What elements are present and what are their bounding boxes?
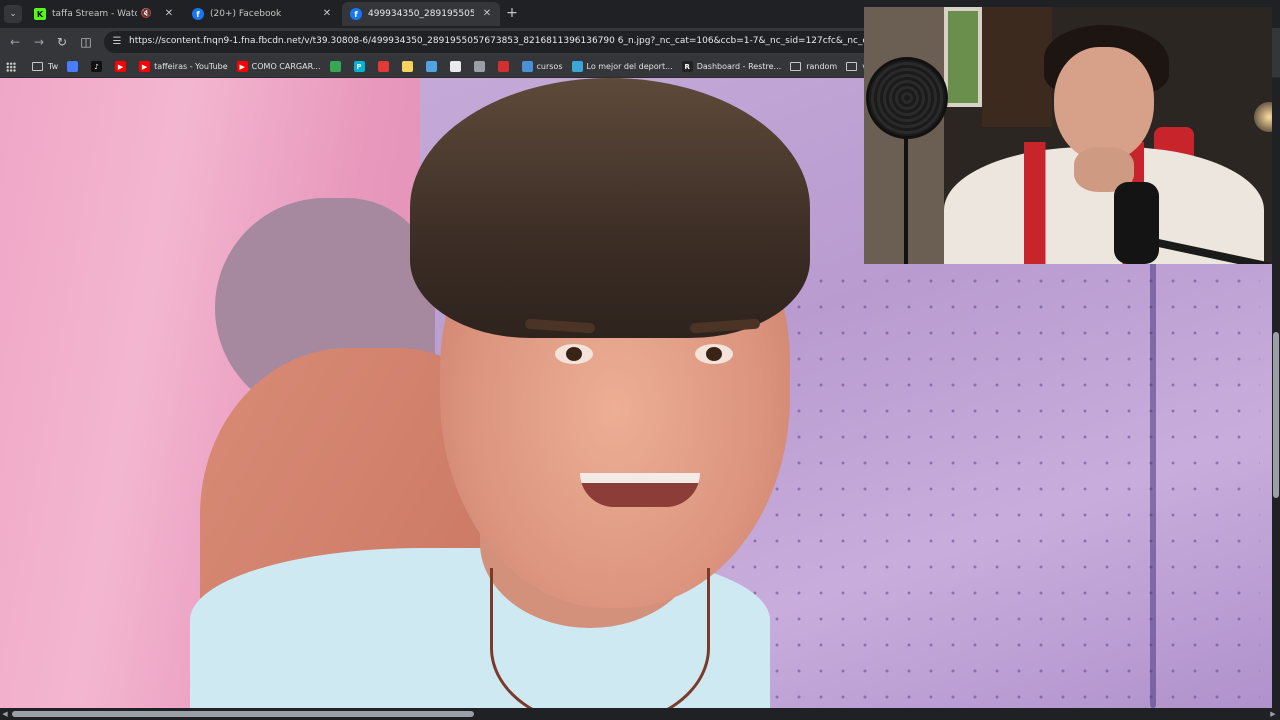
forward-arrow-icon[interactable]: →	[30, 33, 48, 51]
tab-facebook[interactable]: f (20+) Facebook ✕	[184, 2, 340, 26]
horizontal-scroll-thumb[interactable]	[12, 711, 474, 717]
back-arrow-icon[interactable]: ←	[6, 33, 24, 51]
bookmark-item[interactable]: P	[353, 61, 369, 72]
bookmark-label: cursos	[536, 62, 563, 71]
lamp-glow	[1254, 102, 1272, 132]
scroll-left-arrow-icon[interactable]: ◀	[0, 708, 10, 720]
bookmark-favicon-icon	[571, 61, 583, 72]
new-tab-plus-icon[interactable]: +	[504, 5, 520, 21]
smile	[580, 473, 700, 507]
bookmark-favicon-icon	[377, 61, 389, 72]
bookmark-favicon-icon: R	[681, 61, 693, 72]
folder-icon	[32, 62, 43, 71]
address-bar-url[interactable]: https://scontent.fnqn9-1.fna.fbcdn.net/v…	[129, 36, 950, 46]
bookmark-item[interactable]: ♪	[91, 61, 106, 72]
tab-label: 499934350_289195505767385	[368, 9, 474, 19]
left-eye	[555, 344, 593, 364]
site-info-icon[interactable]: ☰	[110, 35, 124, 49]
shirt-button-line	[1150, 238, 1156, 708]
bookmark-favicon-icon	[329, 61, 341, 72]
bookmark-favicon-icon	[401, 61, 413, 72]
bookmark-favicon-icon	[521, 61, 533, 72]
bookmark-item[interactable]: Lo mejor del deport...	[571, 61, 673, 72]
tab-search-button[interactable]: ⌄	[4, 5, 22, 23]
bookmark-favicon-icon	[473, 61, 485, 72]
microphone	[1114, 182, 1159, 264]
bookmark-item[interactable]: R Dashboard - Restre...	[681, 61, 782, 72]
bookmark-favicon-icon: ▶	[115, 61, 127, 72]
muted-speaker-icon[interactable]: 🔇	[141, 9, 152, 19]
bookmark-item[interactable]: Tw	[32, 62, 58, 71]
bookmark-favicon-icon: ▶	[139, 61, 151, 72]
kick-favicon-icon: K	[34, 8, 46, 20]
bookmark-favicon-icon	[67, 61, 79, 72]
bookmark-item[interactable]: ▶ taffeiras - YouTube	[139, 61, 228, 72]
side-panel-icon[interactable]: ◫	[77, 33, 95, 51]
close-tab-icon[interactable]: ✕	[480, 7, 494, 21]
vertical-scroll-thumb[interactable]	[1273, 332, 1279, 498]
tab-image-active[interactable]: f 499934350_289195505767385 ✕	[342, 2, 500, 26]
bookmark-item[interactable]: ▶	[115, 61, 130, 72]
folder-icon	[790, 62, 802, 71]
bookmark-label: random	[806, 62, 838, 71]
bookmark-item[interactable]	[449, 61, 465, 72]
tab-kick-stream[interactable]: K taffa Stream - Watch Live o 🔇 ✕	[26, 2, 182, 26]
wooden-shelf	[982, 7, 1052, 127]
facebook-favicon-icon: f	[350, 8, 362, 20]
close-tab-icon[interactable]: ✕	[320, 7, 334, 21]
bookmark-favicon-icon: P	[353, 61, 365, 72]
address-bar[interactable]: ☰ https://scontent.fnqn9-1.fna.fbcdn.net…	[104, 31, 950, 53]
bookmark-item[interactable]	[473, 61, 489, 72]
scroll-right-arrow-icon[interactable]: ▶	[1268, 708, 1278, 720]
bookmark-label: Lo mejor del deport...	[586, 62, 673, 71]
tab-label: taffa Stream - Watch Live o	[52, 9, 137, 19]
apps-grid-icon[interactable]	[6, 61, 16, 72]
bookmark-item[interactable]: random	[790, 62, 837, 71]
right-eye	[695, 344, 733, 364]
child-hair	[410, 78, 810, 338]
bookmark-item[interactable]: ▶ COMO CARGAR...	[236, 61, 321, 72]
bookmark-item[interactable]	[401, 61, 417, 72]
bookmark-favicon-icon	[497, 61, 509, 72]
bookmark-favicon-icon	[425, 61, 437, 72]
bookmark-item[interactable]	[497, 61, 513, 72]
bookmark-label: taffeiras - YouTube	[154, 62, 228, 71]
folder-icon	[846, 62, 858, 71]
fan-stand	[904, 137, 908, 264]
webcam-overlay	[864, 7, 1272, 264]
bookmark-item[interactable]	[377, 61, 393, 72]
room-window	[944, 7, 982, 107]
bookmark-label: COMO CARGAR...	[251, 62, 321, 71]
streamer-face	[1054, 47, 1154, 162]
bookmark-label: Dashboard - Restre...	[696, 62, 782, 71]
bookmark-item[interactable]	[425, 61, 441, 72]
vertical-scrollbar[interactable]	[1272, 78, 1280, 708]
standing-fan	[866, 57, 948, 139]
facebook-favicon-icon: f	[192, 8, 204, 20]
reload-icon[interactable]: ↻	[53, 33, 71, 51]
bookmark-item[interactable]	[329, 61, 345, 72]
bookmark-label: Tw	[48, 62, 59, 71]
bookmark-favicon-icon	[449, 61, 461, 72]
close-tab-icon[interactable]: ✕	[162, 7, 176, 21]
necklace	[490, 568, 710, 708]
bookmark-item[interactable]: cursos	[521, 61, 563, 72]
bookmark-favicon-icon: ▶	[236, 61, 248, 72]
tab-label: (20+) Facebook	[210, 9, 282, 19]
bookmark-favicon-icon: ♪	[91, 61, 103, 72]
bookmark-item[interactable]	[67, 61, 82, 72]
horizontal-scrollbar[interactable]: ◀ ▶	[0, 708, 1280, 720]
